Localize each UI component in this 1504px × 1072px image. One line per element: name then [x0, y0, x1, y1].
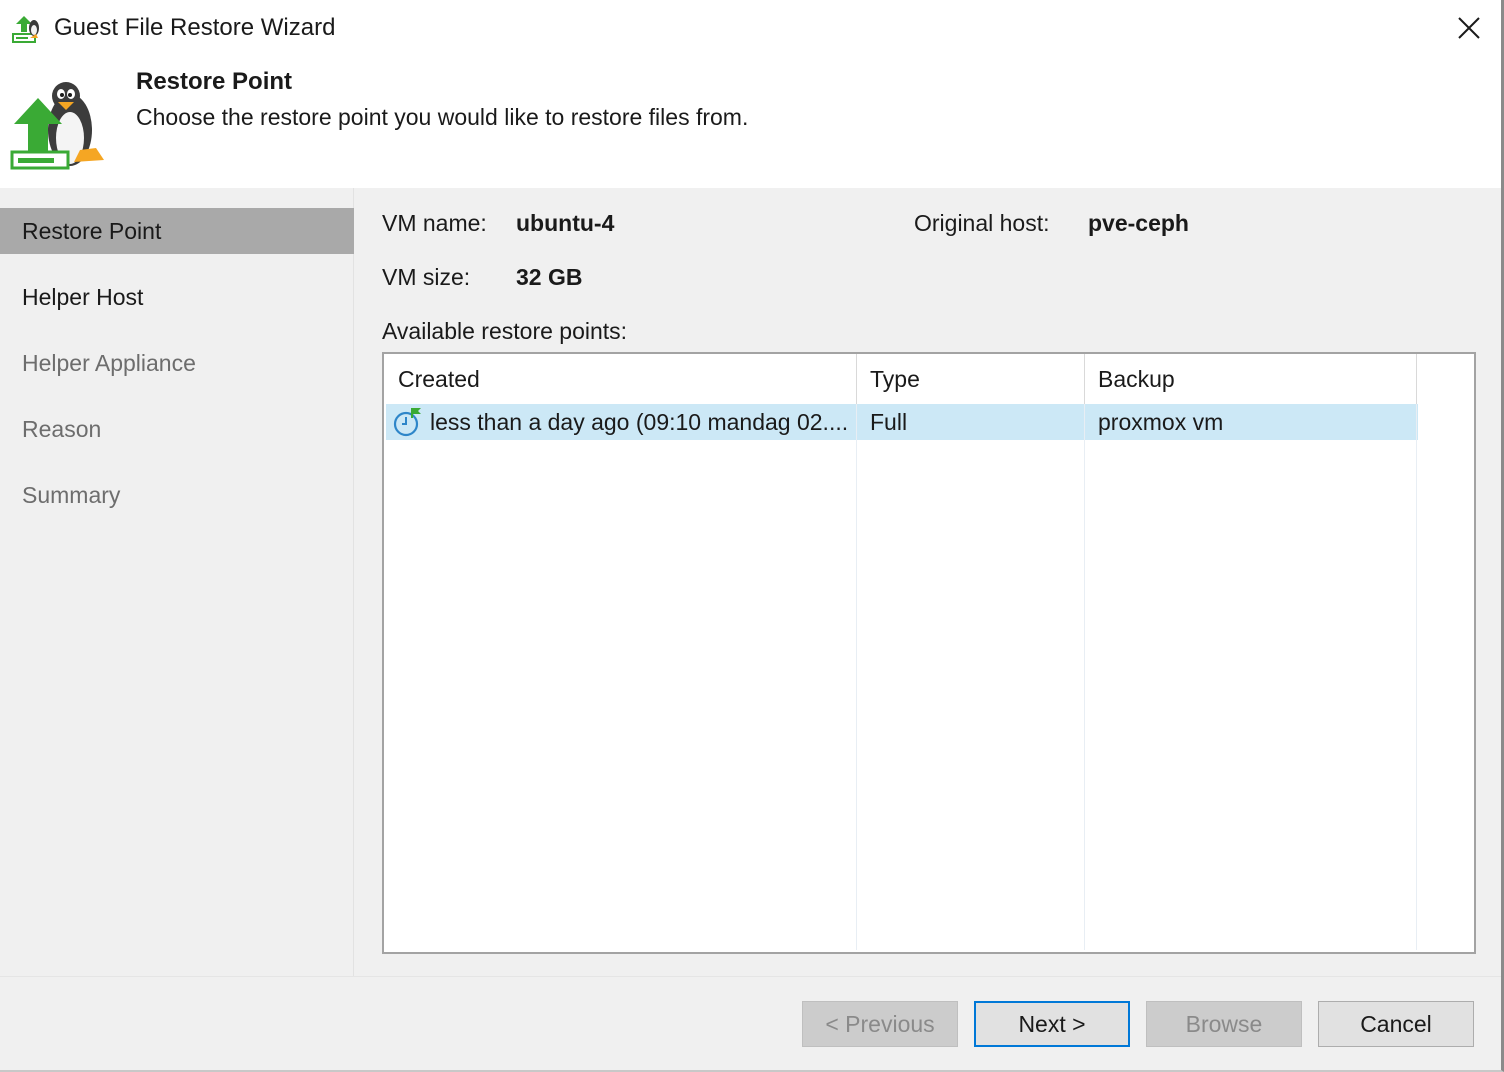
step-title: Restore Point [136, 68, 293, 95]
cell-type: Full [870, 409, 908, 435]
restore-point-clock-icon [393, 408, 421, 437]
original-host-label: Original host: [914, 210, 1050, 236]
step-helper-appliance: Helper Appliance [22, 350, 196, 376]
step-restore-point[interactable]: Restore Point [0, 208, 354, 254]
cancel-button[interactable]: Cancel [1318, 1001, 1474, 1047]
column-header-type[interactable]: Type [856, 354, 1084, 404]
wizard-window: Guest File Restore Wizard Restore Point … [0, 0, 1504, 1072]
cell-created: less than a day ago (09:10 mandag 02.... [430, 409, 849, 435]
next-button[interactable]: Next > [974, 1001, 1130, 1047]
close-button[interactable] [1448, 10, 1490, 46]
vm-size-value: 32 GB [516, 264, 583, 290]
title-bar: Guest File Restore Wizard [0, 0, 1501, 58]
step-description: Choose the restore point you would like … [136, 104, 749, 130]
wizard-app-icon [12, 16, 39, 43]
wizard-header: Restore Point Choose the restore point y… [0, 58, 1501, 188]
step-reason: Reason [22, 416, 102, 442]
step-summary: Summary [22, 482, 121, 508]
column-header-backup[interactable]: Backup [1084, 354, 1416, 404]
vm-name-label: VM name: [382, 210, 487, 236]
main-panel: VM name: ubuntu-4 Original host: pve-cep… [354, 188, 1501, 976]
restore-points-table[interactable]: Created Type Backup less than a day ago … [382, 352, 1476, 954]
close-icon [1458, 17, 1480, 39]
vm-name-value: ubuntu-4 [516, 210, 615, 236]
linux-restore-icon [10, 82, 104, 170]
column-header-created[interactable]: Created [384, 354, 856, 404]
wizard-footer: < Previous Next > Browse Cancel [0, 976, 1501, 1070]
cell-backup: proxmox vm [1098, 409, 1224, 435]
vm-size-label: VM size: [382, 264, 471, 290]
browse-button: Browse [1146, 1001, 1302, 1047]
step-helper-host[interactable]: Helper Host [0, 274, 354, 320]
window-title: Guest File Restore Wizard [54, 14, 336, 41]
previous-button: < Previous [802, 1001, 958, 1047]
original-host-value: pve-ceph [1088, 210, 1189, 236]
wizard-steps-sidebar: Restore Point Helper Host Helper Applian… [0, 188, 354, 976]
restore-points-label: Available restore points: [382, 318, 628, 344]
